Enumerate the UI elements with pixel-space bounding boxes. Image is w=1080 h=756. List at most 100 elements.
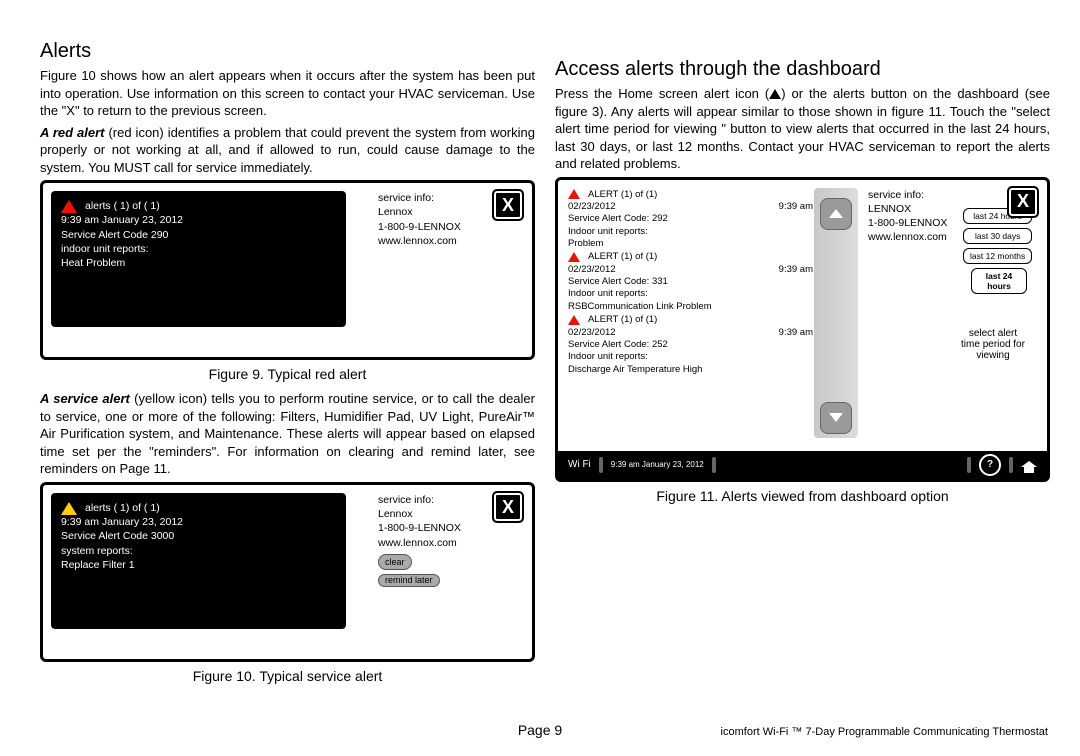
alert-header: ALERT (1) of (1)	[588, 314, 657, 325]
service-line-1: LENNOX	[868, 202, 947, 216]
separator	[712, 457, 716, 473]
service-line-2: 1-800-9-LENNOX	[378, 220, 461, 234]
right-column: Access alerts through the dashboard Pres…	[555, 40, 1050, 692]
section-heading: Alerts	[40, 40, 535, 63]
service-info-label: service info:	[378, 493, 461, 507]
alert-code: Service Alert Code 3000	[61, 529, 336, 543]
service-info-label: service info:	[378, 191, 461, 205]
figure-10-frame: alerts ( 1) of ( 1) 9:39 am January 23, …	[40, 482, 535, 662]
close-button[interactable]: X	[492, 491, 524, 523]
red-alert-paragraph: A red alert (red icon) identifies a prob…	[40, 124, 535, 177]
alert-code: Service Alert Code: 331	[568, 276, 813, 288]
alert-date: 02/23/2012	[568, 264, 616, 275]
figure-9-caption: Figure 9. Typical red alert	[40, 366, 535, 382]
alert-unit: Indoor unit reports:	[568, 351, 813, 363]
separator	[599, 457, 603, 473]
service-alert-paragraph: A service alert (yellow icon) tells you …	[40, 390, 535, 478]
service-info: service info: Lennox 1-800-9-LENNOX www.…	[378, 191, 461, 248]
left-column: Alerts Figure 10 shows how an alert appe…	[40, 40, 535, 692]
alert-date: 02/23/2012	[568, 201, 616, 212]
chevron-up-icon	[829, 209, 843, 218]
intro-a: Press the Home screen alert icon (	[555, 86, 769, 101]
warning-icon	[568, 252, 580, 262]
figure-10-caption: Figure 10. Typical service alert	[40, 668, 535, 684]
alert-icon	[769, 89, 781, 99]
alert-panel-yellow: alerts ( 1) of ( 1) 9:39 am January 23, …	[51, 493, 346, 629]
service-info: service info: LENNOX 1-800-9LENNOX www.l…	[868, 188, 947, 245]
service-line-1: Lennox	[378, 205, 461, 219]
service-info: service info: Lennox 1-800-9-LENNOX www.…	[378, 493, 461, 587]
alert-time: 9:39 am	[779, 264, 813, 276]
period-30d[interactable]: last 30 days	[963, 228, 1032, 244]
alert-time: 9:39 am	[779, 327, 813, 339]
alert-code: Service Alert Code 290	[61, 228, 336, 242]
scroll-down-button[interactable]	[820, 402, 852, 434]
select-text-1: select alert	[953, 328, 1033, 339]
service-alert-lead: A service alert	[40, 391, 130, 406]
alert-time: 9:39 am January 23, 2012	[61, 515, 336, 529]
select-period-text: select alert time period for viewing	[953, 328, 1033, 361]
alert-time: 9:39 am January 23, 2012	[61, 213, 336, 227]
service-line-2: 1-800-9LENNOX	[868, 216, 947, 230]
scroll-up-button[interactable]	[820, 198, 852, 230]
product-footer: icomfort Wi-Fi ™ 7-Day Programmable Comm…	[721, 726, 1048, 738]
figure-9-frame: alerts ( 1) of ( 1) 9:39 am January 23, …	[40, 180, 535, 360]
section-heading: Access alerts through the dashboard	[555, 58, 1050, 81]
alert-counter: alerts ( 1) of ( 1)	[85, 200, 160, 212]
close-button[interactable]: X	[492, 189, 524, 221]
service-info-label: service info:	[868, 188, 947, 202]
alert-panel-red: alerts ( 1) of ( 1) 9:39 am January 23, …	[51, 191, 346, 327]
alert-msg: Replace Filter 1	[61, 558, 336, 572]
service-line-3: www.lennox.com	[378, 536, 461, 550]
alert-date: 02/23/2012	[568, 327, 616, 338]
clear-button[interactable]: clear	[378, 554, 412, 570]
figure-11-frame: ALERT (1) of (1) 02/23/2012 9:39 am Servi…	[555, 177, 1050, 482]
alert-msg: Heat Problem	[61, 256, 336, 270]
alert-unit: system reports:	[61, 544, 336, 558]
list-item[interactable]: ALERT (1) of (1) 02/23/2012 9:39 am Servi…	[568, 251, 813, 313]
separator	[1009, 457, 1013, 473]
warning-icon	[61, 200, 77, 213]
warning-icon	[61, 502, 77, 515]
select-text-2: time period for	[953, 339, 1033, 350]
wifi-label: Wi Fi	[568, 459, 591, 470]
red-alert-lead: A red alert	[40, 125, 105, 140]
home-icon[interactable]	[1021, 457, 1037, 473]
alert-time: 9:39 am	[779, 201, 813, 213]
period-selected[interactable]: last 24 hours	[971, 268, 1027, 294]
warning-icon	[568, 315, 580, 325]
status-bar: Wi Fi 9:39 am January 23, 2012 ?	[558, 451, 1047, 479]
alert-list: ALERT (1) of (1) 02/23/2012 9:39 am Servi…	[568, 188, 813, 438]
figure-11-caption: Figure 11. Alerts viewed from dashboard …	[555, 488, 1050, 504]
chevron-down-icon	[829, 413, 843, 422]
warning-icon	[568, 189, 580, 199]
service-line-3: www.lennox.com	[378, 234, 461, 248]
close-button[interactable]: X	[1007, 186, 1039, 218]
alert-code: Service Alert Code: 292	[568, 213, 813, 225]
alert-counter: alerts ( 1) of ( 1)	[85, 502, 160, 514]
red-alert-rest: (red icon) identifies a problem that cou…	[40, 125, 535, 175]
service-line-2: 1-800-9-LENNOX	[378, 521, 461, 535]
intro-paragraph: Press the Home screen alert icon () or t…	[555, 85, 1050, 173]
alert-msg: Problem	[568, 238, 813, 250]
time-period-picker: last 24 hours last 30 days last 12 month…	[963, 204, 1032, 298]
separator	[967, 457, 971, 473]
alert-code: Service Alert Code: 252	[568, 339, 813, 351]
alert-unit: indoor unit reports:	[61, 242, 336, 256]
remind-later-button[interactable]: remind later	[378, 574, 440, 587]
period-12m[interactable]: last 12 months	[963, 248, 1032, 264]
service-line-3: www.lennox.com	[868, 230, 947, 244]
alert-header: ALERT (1) of (1)	[588, 251, 657, 262]
alert-header: ALERT (1) of (1)	[588, 189, 657, 200]
alert-unit: Indoor unit reports:	[568, 226, 813, 238]
alert-msg: Discharge Air Temperature High	[568, 364, 813, 376]
service-line-1: Lennox	[378, 507, 461, 521]
alert-unit: Indoor unit reports:	[568, 288, 813, 300]
datetime: 9:39 am January 23, 2012	[611, 460, 704, 469]
list-item[interactable]: ALERT (1) of (1) 02/23/2012 9:39 am Servi…	[568, 189, 813, 251]
intro-paragraph: Figure 10 shows how an alert appears whe…	[40, 67, 535, 120]
alert-msg: RSBCommunication Link Problem	[568, 301, 813, 313]
select-text-3: viewing	[953, 350, 1033, 361]
help-icon[interactable]: ?	[979, 454, 1001, 476]
list-item[interactable]: ALERT (1) of (1) 02/23/2012 9:39 am Servi…	[568, 314, 813, 376]
